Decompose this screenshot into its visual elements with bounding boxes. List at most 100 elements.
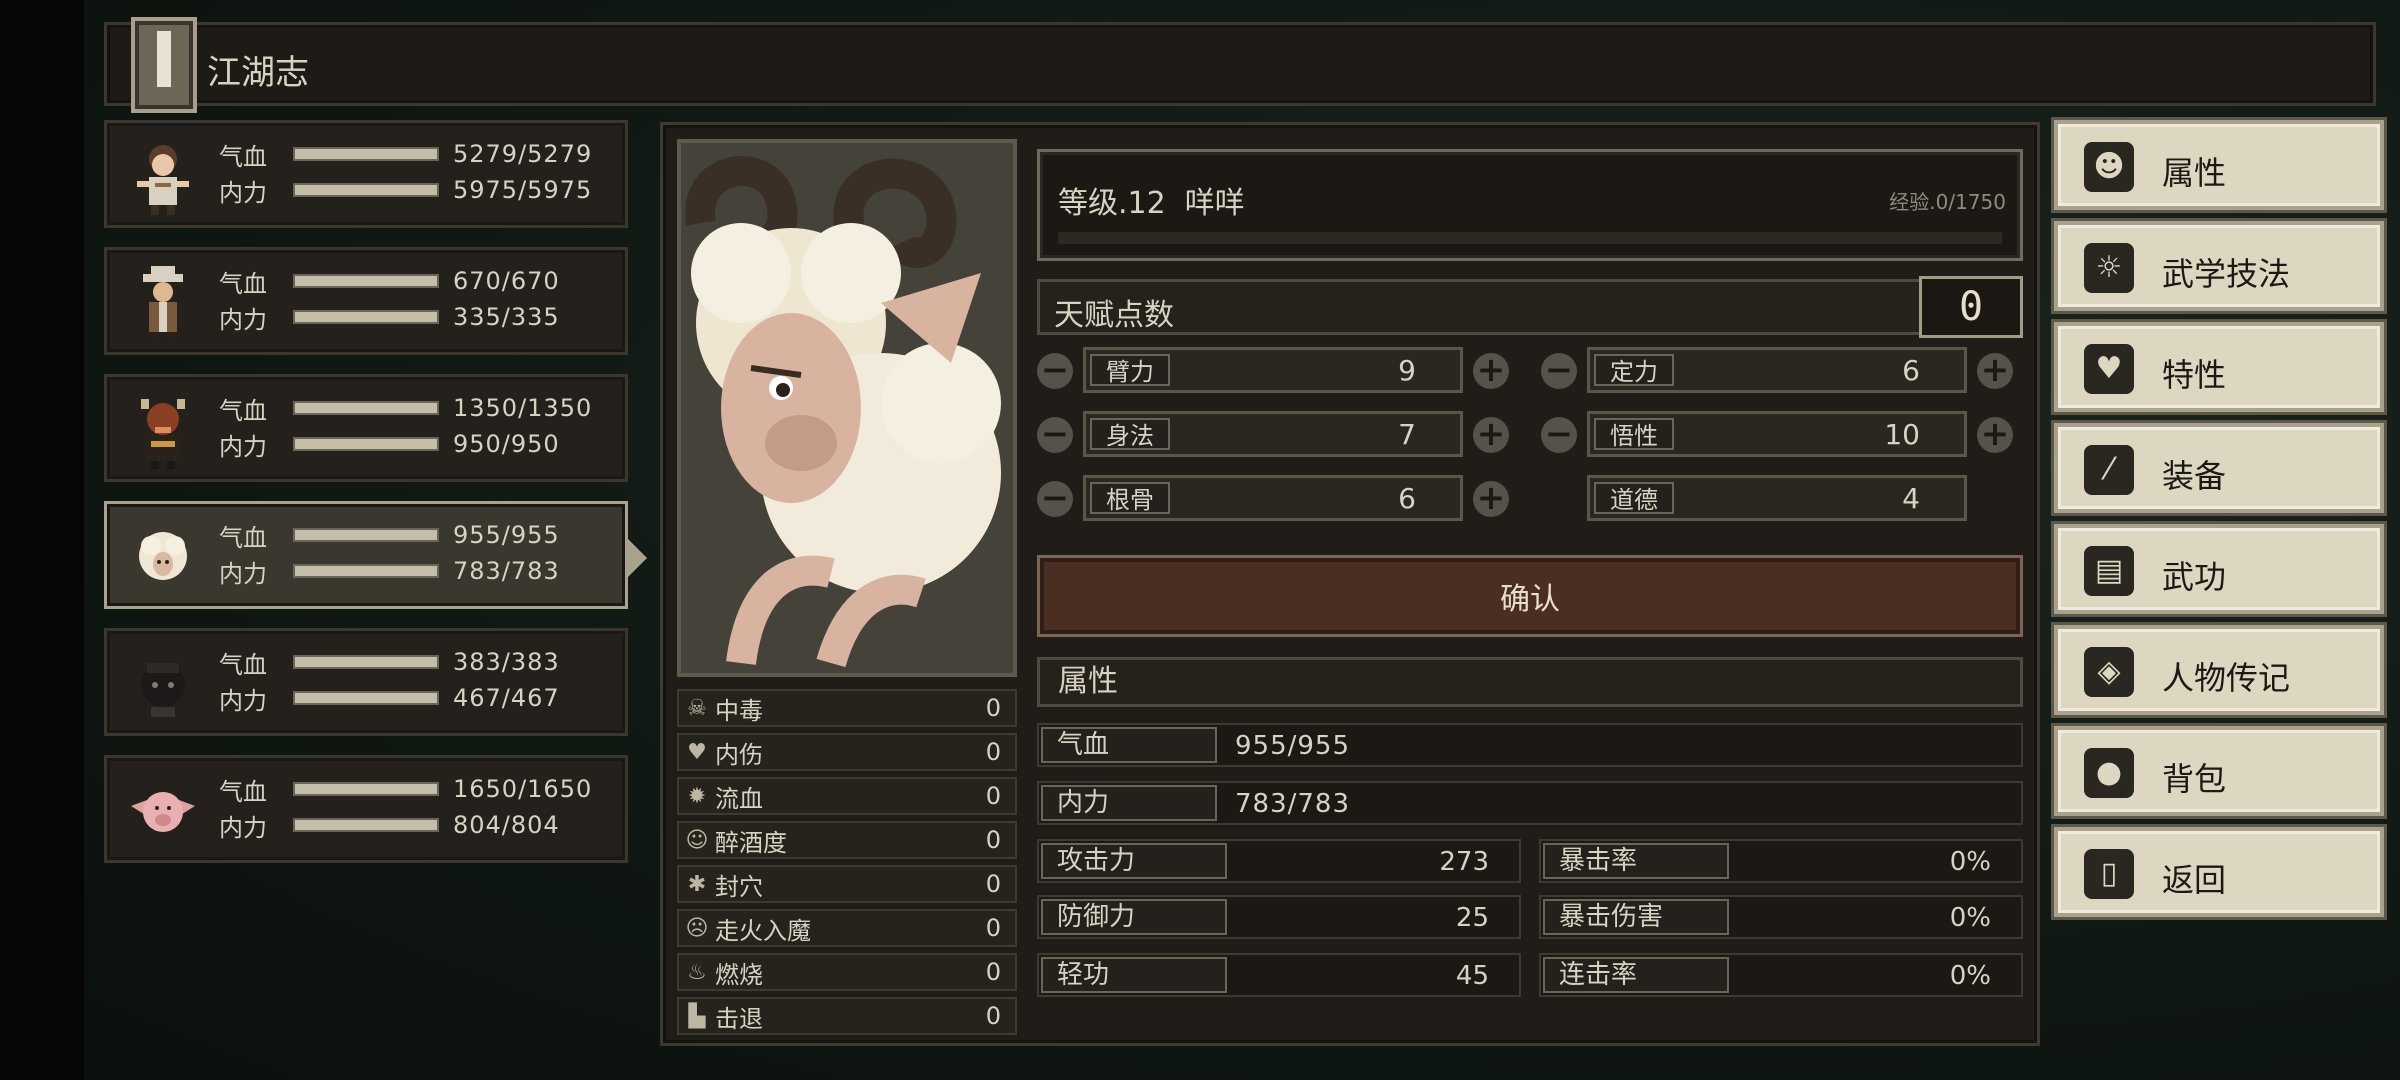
hp-value: 1650/1650 (453, 775, 593, 803)
acupoint-icon: ✱ (687, 871, 707, 897)
status-label: 走火入魔 (715, 916, 811, 945)
prop-label: 气血 (1041, 727, 1217, 763)
menu-back-button[interactable]: ▯ 返回 (2054, 827, 2384, 917)
hp-label: 气血 (219, 269, 267, 298)
menu-label: 武学技法 (2162, 255, 2291, 293)
increase-comprehension-button[interactable]: + (1977, 417, 2013, 453)
menu-label: 返回 (2162, 861, 2227, 899)
talent-points-value: 0 (1919, 276, 2023, 338)
person-icon: ☻ (2084, 142, 2134, 192)
increase-composure-button[interactable]: + (1977, 353, 2013, 389)
status-effect-list: ☠ 中毒 0 ♥ 内伤 0 ✹ 流血 0 ☺ 醉酒度 0 ✱ 封穴 0 ☹ 走火入魔 0 ♨ 燃烧 0 ▙ 击… (677, 689, 1017, 1041)
mp-bar (293, 564, 439, 578)
attr-value: 6 (1398, 482, 1416, 515)
character-panel: ☠ 中毒 0 ♥ 内伤 0 ✹ 流血 0 ☺ 醉酒度 0 ✱ 封穴 0 ☹ 走火入魔 0 ♨ 燃烧 0 ▙ 击… (660, 122, 2040, 1046)
prop-crit-damage-row: 暴击伤害 0% (1539, 895, 2023, 939)
decrease-composure-button[interactable]: − (1541, 353, 1577, 389)
exp-text: 经验.0/1750 (1889, 190, 2006, 214)
attr-value: 10 (1884, 418, 1920, 451)
hp-value: 955/955 (453, 521, 560, 549)
prop-value: 0% (1949, 903, 1991, 933)
menu-label: 特性 (2162, 356, 2227, 394)
status-label: 燃烧 (715, 960, 763, 989)
attr-label: 悟性 (1594, 418, 1674, 450)
menu-label: 属性 (2162, 154, 2227, 192)
menu-bag-button[interactable]: ● 背包 (2054, 726, 2384, 816)
increase-agility-button[interactable]: + (1473, 417, 1509, 453)
prop-value: 0% (1949, 847, 1991, 877)
menu-label: 武功 (2162, 558, 2227, 596)
broken-heart-icon: ♥ (687, 739, 707, 765)
menu-label: 装备 (2162, 457, 2227, 495)
attr-morality: 道德 4 (1541, 475, 2025, 521)
prop-label: 暴击率 (1543, 843, 1729, 879)
character-name: 咩咩 (1184, 186, 1245, 221)
party-member-selected[interactable]: 气血 955/955 内力 783/783 (104, 501, 647, 609)
level-text: 等级.12 (1058, 186, 1166, 221)
prop-agility-row: 轻功 45 (1037, 953, 1521, 997)
hat-man-avatar (143, 266, 183, 342)
hp-label: 气血 (219, 142, 267, 171)
prop-combo-row: 连击率 0% (1539, 953, 2023, 997)
prop-label: 暴击伤害 (1543, 899, 1729, 935)
mp-bar (293, 183, 439, 197)
attr-comprehension: − 悟性 10 + (1541, 411, 2025, 457)
prop-value: 783/783 (1235, 789, 1351, 819)
party-member[interactable]: 气血 670/670 内力 335/335 (104, 247, 628, 355)
mp-label: 内力 (219, 178, 267, 207)
prop-label: 轻功 (1041, 957, 1227, 993)
prop-value: 955/955 (1235, 731, 1351, 761)
mp-value: 804/804 (453, 811, 560, 839)
attr-label: 定力 (1594, 354, 1674, 386)
mp-label: 内力 (219, 686, 267, 715)
status-label: 流血 (715, 784, 763, 813)
hp-label: 气血 (219, 523, 267, 552)
party-member[interactable]: 气血 1650/1650 内力 804/804 (104, 755, 628, 863)
menu-equipment-button[interactable]: ⁄ 装备 (2054, 423, 2384, 513)
party-member[interactable]: 气血 5279/5279 内力 5975/5975 (104, 120, 628, 228)
prop-hp-row: 气血 955/955 (1037, 723, 2023, 767)
character-portrait (677, 139, 1017, 677)
hp-value: 383/383 (453, 648, 560, 676)
attr-agility: − 身法 7 + (1037, 411, 1521, 457)
mp-value: 783/783 (453, 557, 560, 585)
menu-attributes-button[interactable]: ☻ 属性 (2054, 120, 2384, 210)
sword-icon: ⁄ (2084, 445, 2134, 495)
decrease-strength-button[interactable]: − (1037, 353, 1073, 389)
mp-value: 950/950 (453, 430, 560, 458)
party-member[interactable]: 气血 1350/1350 内力 950/950 (104, 374, 628, 482)
menu-label: 背包 (2162, 760, 2227, 798)
menu-label: 人物传记 (2162, 659, 2291, 697)
status-label: 封穴 (715, 872, 763, 901)
party-member[interactable]: 气血 383/383 内力 467/467 (104, 628, 628, 736)
status-value: 0 (985, 694, 1001, 722)
menu-kungfu-button[interactable]: ▤ 武功 (2054, 524, 2384, 614)
talent-label: 天赋点数 (1054, 298, 1174, 333)
status-bleeding: ✹ 流血 0 (677, 777, 1017, 815)
confirm-button[interactable]: 确认 (1037, 555, 2023, 637)
page-title: 江湖志 (207, 53, 309, 93)
increase-constitution-button[interactable]: + (1473, 481, 1509, 517)
attr-label: 道德 (1594, 482, 1674, 514)
decrease-constitution-button[interactable]: − (1037, 481, 1073, 517)
pig-avatar (131, 792, 195, 832)
status-knockback: ▙ 击退 0 (677, 997, 1017, 1035)
prop-label: 连击率 (1543, 957, 1729, 993)
properties-header: 属性 (1037, 657, 2023, 707)
menu-traits-button[interactable]: ♥ 特性 (2054, 322, 2384, 412)
increase-strength-button[interactable]: + (1473, 353, 1509, 389)
hp-label: 气血 (219, 396, 267, 425)
decrease-comprehension-button[interactable]: − (1541, 417, 1577, 453)
prop-value: 25 (1455, 903, 1489, 933)
status-label: 击退 (715, 1004, 763, 1033)
fire-icon: ♨ (687, 959, 707, 985)
hp-label: 气血 (219, 650, 267, 679)
status-label: 中毒 (715, 696, 763, 725)
decrease-agility-button[interactable]: − (1037, 417, 1073, 453)
menu-biography-button[interactable]: ◈ 人物传记 (2054, 625, 2384, 715)
mp-value: 467/467 (453, 684, 560, 712)
hp-bar (293, 401, 439, 415)
hp-bar (293, 655, 439, 669)
menu-martial-skills-button[interactable]: ☼ 武学技法 (2054, 221, 2384, 311)
attr-value: 7 (1398, 418, 1416, 451)
